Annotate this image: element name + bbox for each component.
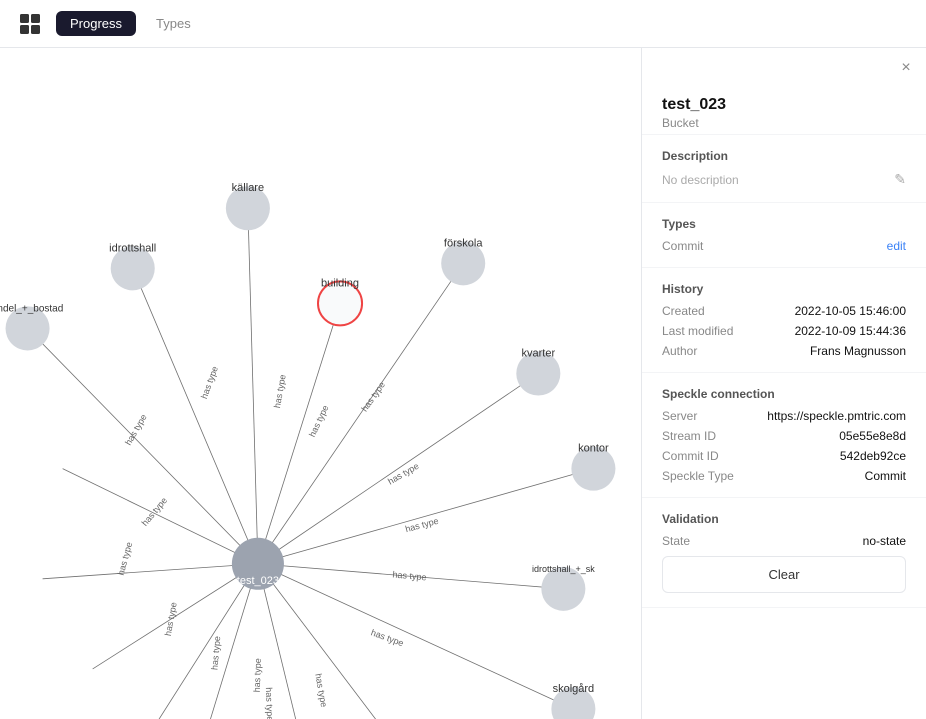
svg-text:has type: has type — [404, 516, 439, 534]
svg-text:has type: has type — [392, 569, 427, 582]
panel-subtitle: Bucket — [662, 116, 906, 130]
stream-val: 05e55e8e8d — [839, 429, 906, 443]
main-content: has type has type has type has type has … — [0, 48, 926, 719]
speckle-label: Speckle connection — [662, 387, 906, 401]
svg-text:has type: has type — [313, 673, 329, 708]
svg-text:has type: has type — [252, 658, 263, 692]
app-logo-icon — [16, 10, 44, 38]
svg-text:kontor: kontor — [578, 443, 609, 455]
author-key: Author — [662, 344, 697, 358]
svg-text:has type: has type — [359, 380, 387, 414]
tab-types[interactable]: Types — [148, 11, 199, 36]
svg-text:andel_+_bostad: andel_+_bostad — [0, 303, 63, 314]
description-label: Description — [662, 149, 906, 163]
description-section: Description No description ✎ — [642, 135, 926, 203]
graph-svg: has type has type has type has type has … — [0, 48, 641, 719]
speckle-type-val: Commit — [865, 469, 906, 483]
created-val: 2022-10-05 15:46:00 — [795, 304, 906, 318]
history-label: History — [662, 282, 906, 296]
types-edit-button[interactable]: edit — [887, 239, 906, 253]
modified-val: 2022-10-09 15:44:36 — [795, 324, 906, 338]
panel-title: test_023 — [662, 96, 906, 114]
commit-val: 542deb92ce — [840, 449, 906, 463]
history-section: History Created 2022-10-05 15:46:00 Last… — [642, 268, 926, 373]
stream-key: Stream ID — [662, 429, 716, 443]
svg-text:kvarter: kvarter — [522, 347, 556, 359]
svg-text:källare: källare — [232, 182, 264, 194]
svg-text:skolgård: skolgård — [553, 683, 595, 695]
svg-text:förskola: förskola — [444, 237, 483, 249]
state-val: no-state — [863, 534, 906, 548]
svg-text:has type: has type — [140, 495, 170, 527]
svg-text:has type: has type — [370, 627, 405, 648]
types-label: Types — [662, 217, 906, 231]
validation-label: Validation — [662, 512, 906, 526]
state-key: State — [662, 534, 690, 548]
created-key: Created — [662, 304, 705, 318]
validation-section: Validation State no-state Clear — [642, 498, 926, 608]
svg-text:idrottshall: idrottshall — [109, 242, 156, 254]
edit-description-icon[interactable]: ✎ — [894, 171, 906, 188]
svg-text:has type: has type — [116, 541, 134, 576]
speckle-section: Speckle connection Server https://speckl… — [642, 373, 926, 498]
no-description-text: No description — [662, 173, 739, 187]
author-val: Frans Magnusson — [810, 344, 906, 358]
types-value: Commit — [662, 239, 703, 253]
graph-area[interactable]: has type has type has type has type has … — [0, 48, 641, 719]
svg-text:has type: has type — [209, 636, 222, 671]
server-key: Server — [662, 409, 697, 423]
panel-header: test_023 Bucket — [642, 80, 926, 135]
svg-text:test_023: test_023 — [237, 575, 279, 587]
svg-text:has type: has type — [272, 374, 288, 409]
svg-text:has type: has type — [307, 404, 330, 439]
tab-progress[interactable]: Progress — [56, 11, 136, 36]
svg-text:idrottshall_+_sk: idrottshall_+_sk — [532, 564, 595, 574]
commit-key: Commit ID — [662, 449, 719, 463]
close-button[interactable]: × — [894, 56, 918, 80]
svg-text:has type: has type — [264, 687, 275, 719]
svg-text:has type: has type — [163, 601, 179, 636]
clear-button[interactable]: Clear — [662, 556, 906, 593]
svg-text:has type: has type — [199, 365, 220, 400]
right-panel: × test_023 Bucket Description No descrip… — [641, 48, 926, 719]
header: Progress Types — [0, 0, 926, 48]
server-val: https://speckle.pmtric.com — [767, 409, 906, 423]
svg-text:building: building — [321, 277, 359, 289]
speckle-type-key: Speckle Type — [662, 469, 734, 483]
types-section: Types Commit edit — [642, 203, 926, 268]
modified-key: Last modified — [662, 324, 733, 338]
